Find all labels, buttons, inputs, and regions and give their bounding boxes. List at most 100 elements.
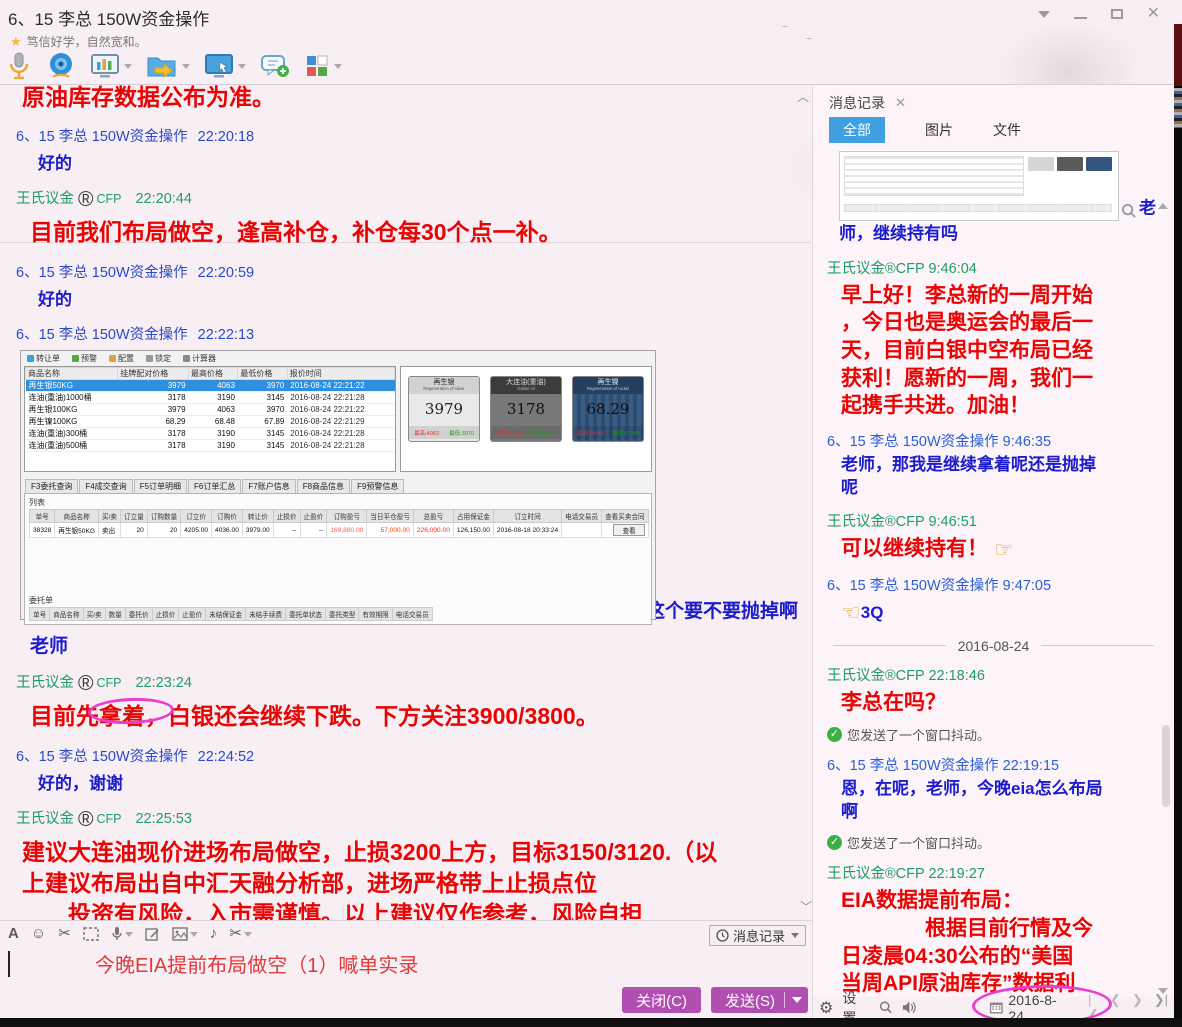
chat-history[interactable]: 原油库存数据公布为准。 6、15 李总 150W资金操作22:20:18 好的 … <box>0 85 812 920</box>
remote-desktop-button[interactable] <box>204 52 246 80</box>
search-icon[interactable] <box>879 1000 893 1015</box>
minimize-button[interactable] <box>1074 17 1087 19</box>
dropdown-arrow-icon[interactable] <box>182 64 190 69</box>
chat-scroll-down-icon[interactable]: ﹀ <box>800 898 812 915</box>
panel-close-icon[interactable]: ✕ <box>895 95 906 111</box>
timestamp: 22:24:52 <box>198 749 254 765</box>
dropdown-arrow-icon[interactable] <box>791 933 799 938</box>
function-tab[interactable]: F7账户信息 <box>242 479 295 493</box>
quote-table: 商品名称挂牌配对价格最高价格最低价格报价时间 再生银50KG3979406339… <box>25 367 395 452</box>
send-options-arrow-icon[interactable] <box>792 997 802 1003</box>
message-header-customer: 6、15 李总 150W资金操作22:22:13 <box>16 323 812 344</box>
message-header-analyst: 王氏议金®CFP22:25:53 <box>16 807 812 832</box>
timestamp: 22:19:27 <box>928 866 984 882</box>
message-input-area[interactable]: A ☺ ✂ ♪ ✂ <box>0 920 812 1018</box>
function-tab[interactable]: F5订单明细 <box>134 479 187 493</box>
tab-all[interactable]: 全部 <box>829 117 885 143</box>
close-chat-button[interactable]: 关闭(C) <box>622 987 701 1013</box>
image-caption: 这个要不要抛掉啊 <box>646 596 798 623</box>
settings-label[interactable]: 设置 <box>842 988 868 1019</box>
next-page-icon[interactable]: ❯ <box>1132 992 1143 1018</box>
calendar-icon[interactable] <box>989 1000 1004 1015</box>
embedded-trading-screenshot[interactable]: 转让单预警配置锁定计算器 商品名称挂牌配对价格最高价格最低价格报价时间 再生银5… <box>20 350 656 620</box>
message-record-button[interactable]: 消息记录 <box>709 925 806 946</box>
panel-scrollbar-thumb[interactable] <box>1162 725 1170 807</box>
ticker-panel: 再生银Regeneration of silver 3979 最高:4063最低… <box>400 366 652 472</box>
timestamp: 22:18:46 <box>928 668 984 684</box>
titlebar: 6、15 李总 150W资金操作 ✕ <box>0 0 1174 30</box>
panel-header-analyst: 王氏议金®CFP 9:46:51 <box>827 510 1174 531</box>
panel-message-list[interactable]: 老师，继续持有吗 王氏议金®CFP 9:46:04 早上好！李总新的一周开始 ，… <box>813 143 1174 998</box>
send-button[interactable]: 发送(S) <box>711 987 808 1013</box>
maximize-button[interactable] <box>1111 9 1123 19</box>
quote-row[interactable]: 连油(重油)500桶3178319031452016-08-24 22:21:2… <box>26 440 395 452</box>
window-menu-icon[interactable] <box>1038 11 1050 18</box>
panel-scroll-up-icon[interactable] <box>1158 203 1168 209</box>
dropdown-arrow-icon[interactable] <box>124 64 132 69</box>
screen-demo-button[interactable] <box>90 52 132 80</box>
edit-note-icon[interactable] <box>145 927 160 942</box>
check-icon: ✓ <box>827 835 842 850</box>
panel-header-customer: 6、15 李总 150W资金操作 22:19:15 <box>827 754 1174 775</box>
chat-message: 老师 <box>30 631 812 658</box>
scissors-icon[interactable]: ✂ <box>229 926 242 942</box>
panel-message: ☜3Q <box>841 598 1158 628</box>
history-image-row: 老师，继续持有吗 <box>839 151 1171 247</box>
screenshot-icon[interactable]: ✂ <box>58 926 71 942</box>
screen-chart-icon <box>90 52 120 80</box>
quote-row[interactable]: 再生银50KG3979406339702016-08-24 22:21:22 <box>26 380 395 392</box>
function-tab[interactable]: F6订单汇总 <box>188 479 241 493</box>
remote-screen-icon <box>204 52 234 80</box>
function-tab[interactable]: F9预警信息 <box>351 479 404 493</box>
magnifier-icon[interactable] <box>1121 203 1137 219</box>
prev-page-icon[interactable]: ❮ <box>1110 992 1121 1018</box>
image-icon[interactable] <box>172 927 188 941</box>
speaker-icon[interactable] <box>902 1000 918 1015</box>
send-button-divider <box>784 992 785 1008</box>
dropdown-arrow-icon[interactable] <box>244 932 252 937</box>
voice-call-button[interactable] <box>6 51 32 81</box>
apps-button[interactable] <box>304 53 342 79</box>
ticker-price: 68.29 <box>573 394 643 426</box>
emoji-icon[interactable]: ☺ <box>31 926 46 942</box>
ticker-price: 3979 <box>409 394 479 426</box>
dropdown-arrow-icon[interactable] <box>334 64 342 69</box>
function-tab[interactable]: F4成交查询 <box>79 479 132 493</box>
history-image-thumbnail[interactable] <box>839 151 1119 221</box>
function-tab[interactable]: F3委托查询 <box>25 479 78 493</box>
timestamp: 9:47:05 <box>1003 578 1051 594</box>
message-header-customer: 6、15 李总 150W资金操作22:24:52 <box>16 745 812 766</box>
shake-window-icon[interactable] <box>83 927 99 941</box>
message-header-analyst: 王氏议金®CFP22:20:44 <box>16 187 812 212</box>
record-date[interactable]: 2016-8-24 <box>1008 992 1067 1019</box>
dropdown-arrow-icon[interactable] <box>190 932 198 937</box>
video-call-button[interactable] <box>46 51 76 81</box>
send-file-button[interactable] <box>146 52 190 80</box>
chat-message: 好的 <box>38 285 812 310</box>
tab-images[interactable]: 图片 <box>925 120 953 140</box>
dropdown-arrow-icon[interactable] <box>238 64 246 69</box>
last-page-icon[interactable]: ❯| <box>1154 992 1168 1018</box>
dropdown-arrow-icon[interactable] <box>125 932 133 937</box>
window-title: 6、15 李总 150W资金操作 <box>8 5 209 30</box>
message-record-panel[interactable]: 消息记录 ✕ 全部 图片 文件 老师，继续持有吗 王氏议金®CFP 9:46:0… <box>812 85 1174 1018</box>
quote-row[interactable]: 再生银100KG3979406339702016-08-24 22:21:22 <box>26 404 395 416</box>
music-icon[interactable]: ♪ <box>210 926 218 942</box>
quote-row[interactable]: 连油(重油)300桶3178319031452016-08-24 22:21:2… <box>26 428 395 440</box>
font-icon[interactable]: A <box>8 926 19 942</box>
quote-row[interactable]: 连油(重油)1000桶3178319031452016-08-24 22:21:… <box>26 392 395 404</box>
voice-message-icon[interactable] <box>111 926 123 942</box>
quote-row[interactable]: 再生镍100KG68.2968.4867.892016-08-24 22:21:… <box>26 416 395 428</box>
chat-message-advice: 建议大连油现价进场布局做空，止损3200上方，目标3150/3120.（以 上建… <box>22 837 812 920</box>
panel-title: 消息记录 <box>829 93 885 113</box>
gear-icon[interactable]: ⚙ <box>819 998 833 1018</box>
create-session-button[interactable] <box>260 52 290 80</box>
close-button[interactable]: ✕ <box>1147 8 1160 20</box>
panel-header-analyst: 王氏议金®CFP 9:46:04 <box>827 257 1174 278</box>
view-contract-button[interactable]: 查看 <box>613 524 644 536</box>
chat-scroll-up-icon[interactable]: ︿ <box>797 88 809 105</box>
panel-header-customer: 6、15 李总 150W资金操作 9:47:05 <box>827 574 1174 595</box>
function-tab[interactable]: F8商品信息 <box>297 479 350 493</box>
first-page-icon[interactable]: |❮ <box>1088 992 1099 1018</box>
tab-files[interactable]: 文件 <box>993 120 1021 140</box>
